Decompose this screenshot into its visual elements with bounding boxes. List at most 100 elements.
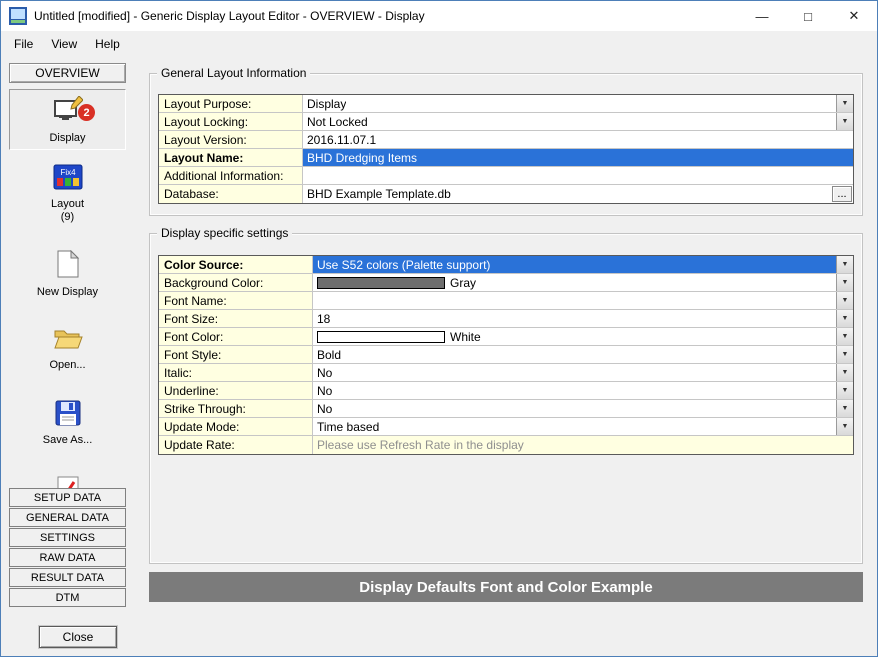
menu-help[interactable]: Help [86, 33, 129, 55]
sidebar-item-setup-data[interactable]: SETUP DATA [9, 488, 126, 507]
sidebar-item-sublabel: (9) [61, 211, 74, 224]
sidebar-item-dtm[interactable]: DTM [9, 588, 126, 607]
sidebar-item-label: New Display [37, 286, 98, 299]
window-title: Untitled [modified] - Generic Display La… [34, 9, 425, 23]
database-browse-button[interactable]: ... [832, 186, 852, 202]
strike-through-label: Strike Through: [159, 400, 313, 417]
sidebar-item-new-display[interactable]: New Display [9, 244, 126, 303]
table-row: Underline: No ▼ [159, 382, 853, 400]
preview-banner: Display Defaults Font and Color Example [149, 572, 863, 602]
sidebar-item-general-data[interactable]: GENERAL DATA [9, 508, 126, 527]
strike-through-field[interactable]: No ▼ [313, 400, 853, 417]
dropdown-arrow-icon[interactable]: ▼ [836, 364, 853, 381]
color-source-field[interactable]: Use S52 colors (Palette support) ▼ [313, 256, 853, 273]
table-row: Layout Version: 2016.11.07.1 [159, 131, 853, 149]
table-row: Font Name: ▼ [159, 292, 853, 310]
table-row: Additional Information: [159, 167, 853, 185]
layout-version-label: Layout Version: [159, 131, 303, 148]
titlebar: Untitled [modified] - Generic Display La… [1, 1, 877, 31]
additional-information-field[interactable] [303, 167, 853, 184]
menubar: File View Help [1, 31, 877, 57]
layout-locking-field[interactable]: Not Locked ▼ [303, 113, 853, 130]
table-row: Font Style: Bold ▼ [159, 346, 853, 364]
layout-fix4-icon: Fix4 [53, 164, 83, 193]
dropdown-arrow-icon[interactable]: ▼ [836, 400, 853, 417]
update-rate-label: Update Rate: [159, 436, 313, 454]
layout-version-field[interactable]: 2016.11.07.1 [303, 131, 853, 148]
menu-view[interactable]: View [42, 33, 86, 55]
font-color-field[interactable]: White ▼ [313, 328, 853, 345]
new-document-icon [56, 250, 80, 281]
table-row: Layout Name: BHD Dredging Items [159, 149, 853, 167]
table-row: Update Rate: Please use Refresh Rate in … [159, 436, 853, 454]
display-settings-table: Color Source: Use S52 colors (Palette su… [158, 255, 854, 455]
font-name-field[interactable]: ▼ [313, 292, 853, 309]
color-swatch [317, 331, 445, 343]
font-color-label: Font Color: [159, 328, 313, 345]
dropdown-arrow-icon[interactable]: ▼ [836, 418, 853, 435]
color-swatch [317, 277, 445, 289]
dropdown-arrow-icon[interactable]: ▼ [836, 274, 853, 291]
additional-information-label: Additional Information: [159, 167, 303, 184]
dropdown-arrow-icon[interactable]: ▼ [836, 292, 853, 309]
layout-name-field[interactable]: BHD Dredging Items [303, 149, 853, 166]
sidebar-item-raw-data[interactable]: RAW DATA [9, 548, 126, 567]
table-row: Update Mode: Time based ▼ [159, 418, 853, 436]
sidebar-overview-button[interactable]: OVERVIEW [9, 63, 126, 83]
update-mode-field[interactable]: Time based ▼ [313, 418, 853, 435]
open-folder-icon [53, 327, 83, 354]
sidebar-item-label: Display [49, 132, 85, 145]
menu-file[interactable]: File [5, 33, 42, 55]
update-rate-field: Please use Refresh Rate in the display [313, 436, 853, 454]
dropdown-arrow-icon[interactable]: ▼ [836, 346, 853, 363]
dropdown-arrow-icon[interactable]: ▼ [836, 95, 853, 112]
sidebar-item-layout[interactable]: Fix4 Layout (9) [9, 158, 126, 228]
sidebar-item-save-as[interactable]: Save As... [9, 394, 126, 451]
minimize-button[interactable]: — [739, 1, 785, 31]
sidebar-item-display[interactable]: Display 2 [9, 89, 126, 150]
groupbox-title: Display specific settings [157, 226, 292, 240]
table-row: Background Color: Gray ▼ [159, 274, 853, 292]
close-window-button[interactable]: ✕ [831, 1, 877, 31]
database-field[interactable]: BHD Example Template.db ... [303, 185, 853, 203]
sidebar-toolbar: Display 2 Fix4 Layout (9) [9, 89, 126, 528]
font-size-field[interactable]: 18 ▼ [313, 310, 853, 327]
layout-name-label: Layout Name: [159, 149, 303, 166]
dropdown-arrow-icon[interactable]: ▼ [836, 113, 853, 130]
app-icon [9, 7, 27, 25]
italic-label: Italic: [159, 364, 313, 381]
font-style-label: Font Style: [159, 346, 313, 363]
color-source-label: Color Source: [159, 256, 313, 273]
dropdown-arrow-icon[interactable]: ▼ [836, 310, 853, 327]
general-info-table: Layout Purpose: Display ▼ Layout Locking… [158, 94, 854, 204]
sidebar-item-label: Save As... [43, 434, 93, 447]
table-row: Database: BHD Example Template.db ... [159, 185, 853, 203]
sidebar-item-settings[interactable]: SETTINGS [9, 528, 126, 547]
groupbox-title: General Layout Information [157, 66, 310, 80]
sidebar-item-result-data[interactable]: RESULT DATA [9, 568, 126, 587]
underline-field[interactable]: No ▼ [313, 382, 853, 399]
sidebar-item-label: Open... [49, 359, 85, 372]
underline-label: Underline: [159, 382, 313, 399]
background-color-label: Background Color: [159, 274, 313, 291]
font-style-field[interactable]: Bold ▼ [313, 346, 853, 363]
table-row: Italic: No ▼ [159, 364, 853, 382]
dropdown-arrow-icon[interactable]: ▼ [836, 256, 853, 273]
background-color-field[interactable]: Gray ▼ [313, 274, 853, 291]
floppy-save-icon [55, 400, 81, 429]
close-button[interactable]: Close [39, 626, 117, 648]
dropdown-arrow-icon[interactable]: ▼ [836, 328, 853, 345]
maximize-button[interactable]: □ [785, 1, 831, 31]
table-row: Strike Through: No ▼ [159, 400, 853, 418]
layout-purpose-field[interactable]: Display ▼ [303, 95, 853, 112]
dropdown-arrow-icon[interactable]: ▼ [836, 382, 853, 399]
svg-text:Fix4: Fix4 [60, 168, 76, 177]
sidebar-item-open[interactable]: Open... [9, 321, 126, 376]
notification-badge: 2 [78, 104, 95, 121]
table-row: Layout Purpose: Display ▼ [159, 95, 853, 113]
table-row: Layout Locking: Not Locked ▼ [159, 113, 853, 131]
font-name-label: Font Name: [159, 292, 313, 309]
table-row: Font Size: 18 ▼ [159, 310, 853, 328]
italic-field[interactable]: No ▼ [313, 364, 853, 381]
table-row: Color Source: Use S52 colors (Palette su… [159, 256, 853, 274]
